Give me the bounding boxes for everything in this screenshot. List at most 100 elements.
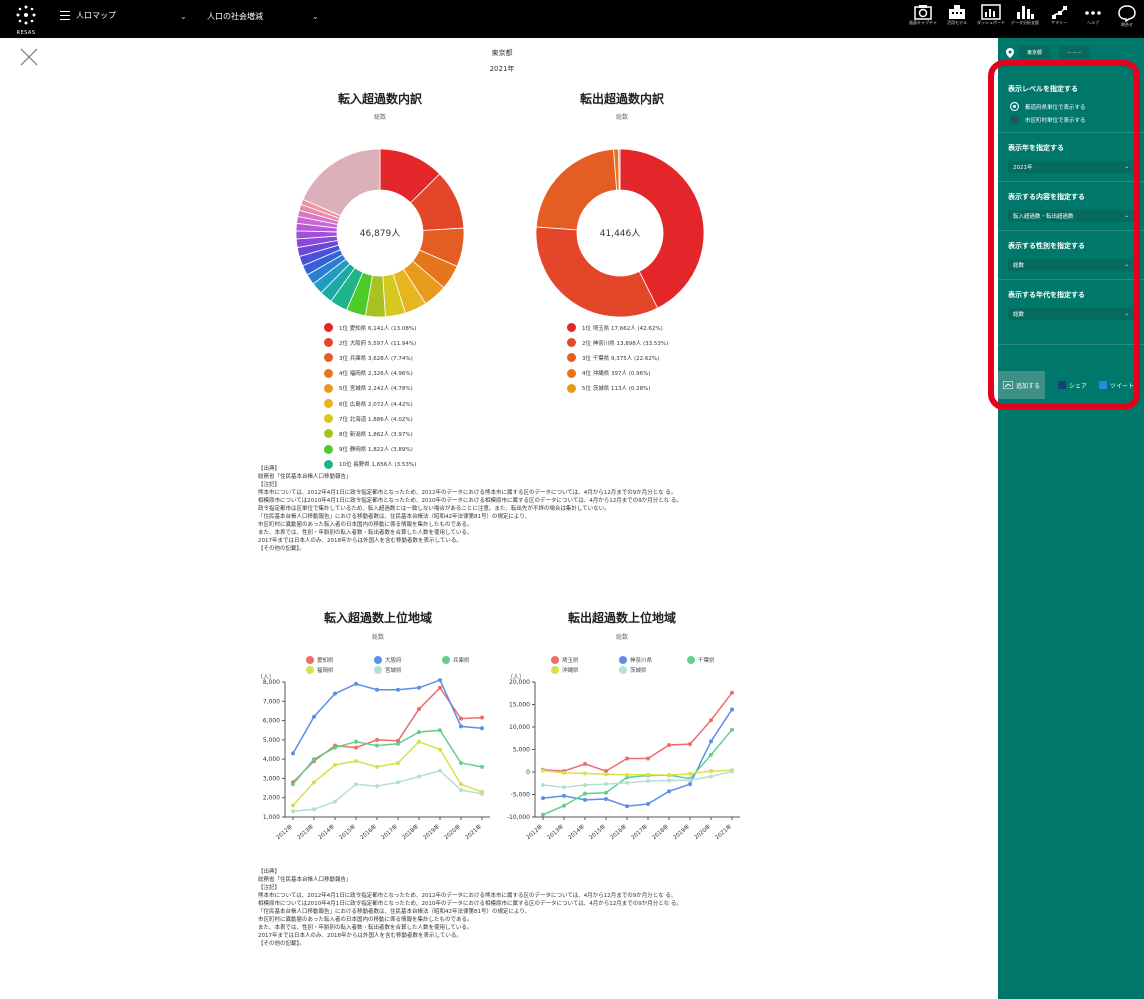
line-legend-item[interactable]: 埼玉県 [551,656,579,664]
data-point[interactable] [291,751,295,756]
data-point[interactable] [625,780,629,785]
data-point[interactable] [291,803,295,808]
data-point[interactable] [667,743,671,747]
line-legend-item[interactable]: 兵庫県 [442,656,470,664]
line-chart-in[interactable]: （人）1,0002,0003,0004,0005,0006,0007,0008,… [250,670,510,850]
data-point[interactable] [541,768,545,773]
legend-item[interactable]: 5位 宮城県 2,242人 (4.78%) [324,381,416,396]
data-point[interactable] [583,797,587,802]
data-point[interactable] [417,774,421,779]
data-point[interactable] [438,678,442,683]
main-menu-button[interactable]: 人口マップ [60,10,116,21]
series-line[interactable] [542,769,733,776]
donut-slice[interactable] [618,148,621,191]
legend-item[interactable]: 7位 北海道 1,886人 (4.02%) [324,411,416,426]
data-point[interactable] [709,752,713,757]
data-point[interactable] [583,783,587,788]
data-point[interactable] [417,739,421,744]
data-point[interactable] [333,762,337,767]
data-point[interactable] [375,784,379,789]
data-point[interactable] [625,772,629,777]
data-point[interactable] [688,782,692,787]
legend-item[interactable]: 4位 沖縄県 397人 (0.96%) [567,366,668,381]
data-point[interactable] [625,756,629,761]
data-point[interactable] [480,764,484,769]
data-point[interactable] [646,756,650,761]
legend-item[interactable]: 6位 広島県 2,072人 (4.42%) [324,396,416,411]
resas-logo[interactable]: RESAS [14,4,38,36]
legend-item[interactable]: 1位 埼玉県 17,662人 (42.62%) [567,320,668,335]
data-point[interactable] [480,726,484,731]
data-point[interactable] [730,690,734,695]
data-point[interactable] [730,707,734,712]
data-point[interactable] [354,681,358,686]
data-point[interactable] [562,803,566,808]
data-point[interactable] [688,771,692,776]
data-point[interactable] [354,759,358,764]
help-button[interactable]: ヘルプ [1079,0,1107,38]
contact-button[interactable]: 問合せ [1113,0,1141,38]
data-point[interactable] [604,782,608,787]
data-point[interactable] [688,778,692,783]
data-point[interactable] [541,796,545,801]
data-point[interactable] [438,728,442,733]
legend-item[interactable]: 1位 愛知県 6,141人 (13.08%) [324,320,416,335]
data-point[interactable] [730,727,734,732]
data-point[interactable] [646,801,650,806]
data-point[interactable] [438,747,442,752]
legend-item[interactable]: 3位 千葉県 9,375人 (22.62%) [567,350,668,365]
data-point[interactable] [291,782,295,787]
analysis-button[interactable]: データ分析支援 [1011,0,1039,38]
data-point[interactable] [709,739,713,744]
data-point[interactable] [354,745,358,750]
data-point[interactable] [375,743,379,748]
data-point[interactable] [604,797,608,801]
category-dropdown[interactable]: 人口の社会増減 [207,11,263,22]
data-point[interactable] [459,716,463,721]
chevron-down-icon[interactable]: ⌄ [312,12,319,21]
data-point[interactable] [312,780,316,785]
legend-item[interactable]: 4位 福岡県 2,326人 (4.96%) [324,366,416,381]
data-point[interactable] [438,685,442,690]
donut-slice[interactable] [535,226,659,318]
series-line[interactable] [542,692,733,772]
data-point[interactable] [375,687,379,692]
data-point[interactable] [396,741,400,746]
data-point[interactable] [667,773,671,778]
data-point[interactable] [646,772,650,777]
data-point[interactable] [541,812,545,817]
line-legend-item[interactable]: 愛知県 [306,656,334,664]
data-point[interactable] [417,707,421,711]
data-point[interactable] [604,790,608,795]
legend-item[interactable]: 3位 兵庫県 3,628人 (7.74%) [324,350,416,365]
data-point[interactable] [709,774,713,779]
data-point[interactable] [541,783,545,788]
series-line[interactable] [292,679,483,754]
legend-item[interactable]: 2位 神奈川県 13,898人 (33.53%) [567,335,668,350]
data-point[interactable] [480,715,484,720]
data-point[interactable] [646,779,650,783]
legend-item[interactable]: 8位 新潟県 1,862人 (3.97%) [324,426,416,441]
legend-item[interactable]: 2位 大阪府 5,597人 (11.94%) [324,335,416,350]
line-legend-item[interactable]: 千葉県 [687,656,715,664]
data-point[interactable] [688,742,692,747]
data-point[interactable] [375,764,379,769]
data-point[interactable] [396,761,400,765]
series-line[interactable] [292,686,483,783]
model-button[interactable]: 活用モデル [943,0,971,38]
data-point[interactable] [312,714,316,719]
data-point[interactable] [459,782,463,787]
data-point[interactable] [417,685,421,690]
data-point[interactable] [459,788,463,792]
data-point[interactable] [459,724,463,729]
city-select[interactable]: －－－ [1059,46,1091,59]
data-point[interactable] [562,785,566,790]
data-point[interactable] [354,739,358,744]
data-point[interactable] [312,757,316,762]
dashboard-button[interactable]: ダッシュボード [977,0,1005,38]
data-point[interactable] [667,778,671,783]
data-point[interactable] [459,761,463,765]
data-point[interactable] [562,793,566,798]
data-point[interactable] [291,809,295,814]
capture-button[interactable]: 画面キャプチャ [909,0,937,38]
